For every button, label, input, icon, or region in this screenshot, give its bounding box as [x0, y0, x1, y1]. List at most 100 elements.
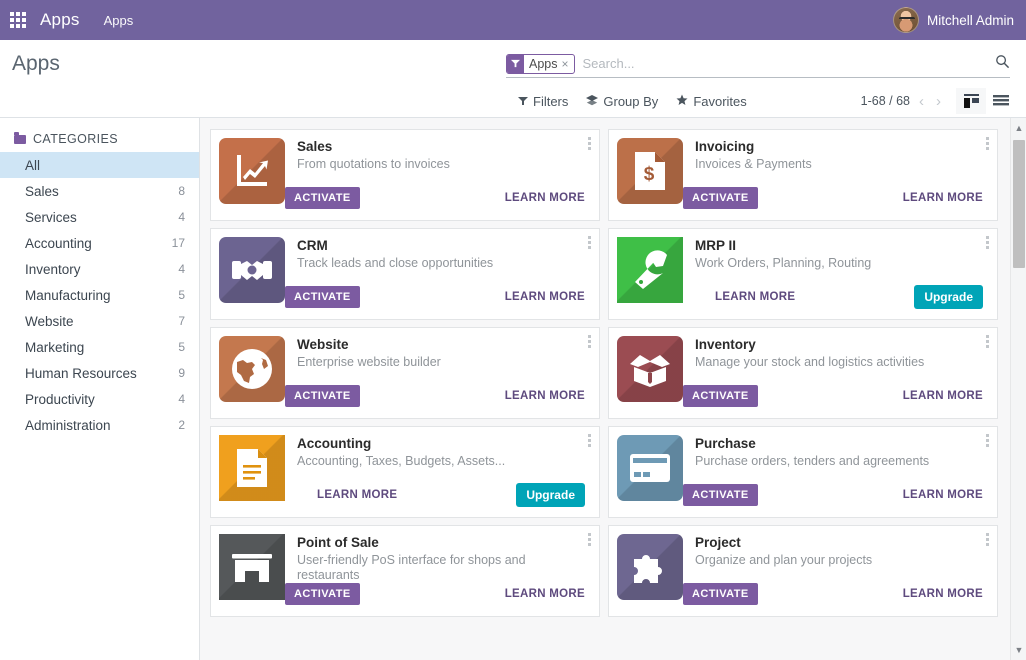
- learn-more-link[interactable]: LEARN MORE: [903, 588, 983, 600]
- activate-button[interactable]: ACTIVATE: [285, 286, 360, 308]
- kebab-menu-icon[interactable]: [586, 432, 593, 449]
- filter-icon: [518, 94, 528, 109]
- vertical-scrollbar[interactable]: ▲ ▼: [1010, 118, 1026, 660]
- learn-more-link[interactable]: LEARN MORE: [903, 489, 983, 501]
- app-description: Manage your stock and logistics activiti…: [695, 355, 925, 369]
- learn-more-link[interactable]: LEARN MORE: [903, 390, 983, 402]
- sidebar-item-administration[interactable]: Administration 2: [0, 412, 199, 438]
- sidebar-item-manufacturing[interactable]: Manufacturing 5: [0, 282, 199, 308]
- filters-dropdown[interactable]: Filters: [518, 94, 568, 109]
- purchase-card-icon: [617, 435, 683, 501]
- sidebar-item-human-resources[interactable]: Human Resources 9: [0, 360, 199, 386]
- kebab-menu-icon[interactable]: [586, 531, 593, 548]
- sidebar-item-all[interactable]: All: [0, 152, 199, 178]
- kebab-menu-icon[interactable]: [984, 531, 991, 548]
- kebab-menu-icon[interactable]: [984, 135, 991, 152]
- navbar-menu-apps[interactable]: Apps: [104, 13, 134, 28]
- list-view-icon[interactable]: [986, 88, 1016, 114]
- search-icon[interactable]: [989, 54, 1010, 73]
- app-card[interactable]: Purchase Purchase orders, tenders and agr…: [608, 426, 998, 518]
- app-card-body: Inventory Manage your stock and logistics…: [683, 336, 989, 410]
- activate-button[interactable]: ACTIVATE: [683, 187, 758, 209]
- search-input[interactable]: [574, 55, 989, 72]
- app-card[interactable]: $ Invoicing Invoices & Payments ACTIVATE LEA…: [608, 129, 998, 221]
- activate-button[interactable]: ACTIVATE: [285, 187, 360, 209]
- group-by-dropdown[interactable]: Group By: [586, 94, 658, 109]
- kebab-menu-icon[interactable]: [984, 432, 991, 449]
- control-panel-bottom: Filters Group By Favorites 1-68 / 68 ‹ ›: [0, 84, 1026, 118]
- sidebar-item-services[interactable]: Services 4: [0, 204, 199, 230]
- activate-button[interactable]: ACTIVATE: [285, 385, 360, 407]
- app-card[interactable]: Point of Sale User-friendly PoS interface…: [210, 525, 600, 617]
- sidebar-item-count: 4: [178, 392, 185, 406]
- learn-more-link[interactable]: LEARN MORE: [505, 588, 585, 600]
- scroll-up-icon[interactable]: ▲: [1011, 120, 1026, 136]
- search-facet-apps[interactable]: Apps ×: [506, 53, 575, 74]
- activate-button[interactable]: ACTIVATE: [683, 583, 758, 605]
- pager-previous-button[interactable]: ‹: [916, 93, 927, 110]
- favorites-dropdown[interactable]: Favorites: [676, 94, 747, 109]
- svg-text:$: $: [644, 164, 655, 185]
- scrollbar-thumb[interactable]: [1013, 140, 1025, 268]
- kebab-menu-icon[interactable]: [586, 135, 593, 152]
- learn-more-link[interactable]: LEARN MORE: [715, 291, 795, 303]
- apps-grid-icon[interactable]: [10, 12, 26, 28]
- scroll-down-icon[interactable]: ▼: [1011, 642, 1026, 658]
- sidebar-item-label: Productivity: [25, 391, 95, 407]
- learn-more-link[interactable]: LEARN MORE: [505, 390, 585, 402]
- close-icon[interactable]: ×: [562, 57, 574, 71]
- app-card[interactable]: Accounting Accounting, Taxes, Budgets, As…: [210, 426, 600, 518]
- kanban-view-icon[interactable]: [956, 88, 986, 114]
- kebab-menu-icon[interactable]: [984, 234, 991, 251]
- kebab-menu-icon[interactable]: [984, 333, 991, 350]
- upgrade-button[interactable]: Upgrade: [516, 483, 585, 507]
- navbar-brand[interactable]: Apps: [40, 10, 80, 30]
- activate-button[interactable]: ACTIVATE: [683, 385, 758, 407]
- search-facet-label: Apps: [529, 56, 558, 71]
- sidebar-item-count: 4: [178, 210, 185, 224]
- app-title: MRP II: [695, 238, 737, 253]
- learn-more-link[interactable]: LEARN MORE: [317, 489, 397, 501]
- app-card[interactable]: Inventory Manage your stock and logistics…: [608, 327, 998, 419]
- app-card[interactable]: MRP II Work Orders, Planning, Routing LEAR…: [608, 228, 998, 320]
- app-card-actions: ACTIVATE LEARN MORE: [683, 186, 983, 210]
- sidebar-header: CATEGORIES: [0, 131, 199, 152]
- filter-icon: [507, 54, 524, 73]
- activate-button[interactable]: ACTIVATE: [683, 484, 758, 506]
- avatar: [892, 7, 919, 33]
- app-description: Organize and plan your projects: [695, 553, 873, 567]
- main-area: CATEGORIES All Sales 8 Services 4 Accounting 1…: [0, 118, 1026, 660]
- activate-button[interactable]: ACTIVATE: [285, 583, 360, 605]
- sidebar-item-accounting[interactable]: Accounting 17: [0, 230, 199, 256]
- sidebar-item-marketing[interactable]: Marketing 5: [0, 334, 199, 360]
- app-description: From quotations to invoices: [297, 157, 450, 171]
- app-description: Invoices & Payments: [695, 157, 812, 171]
- pager-next-button[interactable]: ›: [933, 93, 944, 110]
- app-description: User-friendly PoS interface for shops an…: [297, 553, 526, 582]
- kebab-menu-icon[interactable]: [586, 333, 593, 350]
- learn-more-link[interactable]: LEARN MORE: [505, 192, 585, 204]
- app-card-body: MRP II Work Orders, Planning, Routing LEAR…: [683, 237, 989, 311]
- app-card[interactable]: Sales From quotations to invoices ACTIVATE…: [210, 129, 600, 221]
- sidebar-item-count: 5: [178, 340, 185, 354]
- app-description: Purchase orders, tenders and agreements: [695, 454, 930, 468]
- app-card[interactable]: Project Organize and plan your projects AC…: [608, 525, 998, 617]
- learn-more-link[interactable]: LEARN MORE: [505, 291, 585, 303]
- learn-more-link[interactable]: LEARN MORE: [903, 192, 983, 204]
- sidebar-item-label: Accounting: [25, 235, 92, 251]
- app-card-body: Invoicing Invoices & Payments ACTIVATE LEAR…: [683, 138, 989, 212]
- sidebar-item-inventory[interactable]: Inventory 4: [0, 256, 199, 282]
- app-card-body: Purchase Purchase orders, tenders and agr…: [683, 435, 989, 509]
- sidebar-item-sales[interactable]: Sales 8: [0, 178, 199, 204]
- sidebar-item-count: 2: [178, 418, 185, 432]
- app-card-body: Project Organize and plan your projects AC…: [683, 534, 989, 608]
- user-menu[interactable]: Mitchell Admin: [892, 7, 1014, 33]
- app-card[interactable]: Website Enterprise website builder ACTIVAT…: [210, 327, 600, 419]
- app-card[interactable]: CRM Track leads and close opportunities AC…: [210, 228, 600, 320]
- app-title: Purchase: [695, 436, 756, 451]
- sidebar-item-productivity[interactable]: Productivity 4: [0, 386, 199, 412]
- upgrade-button[interactable]: Upgrade: [914, 285, 983, 309]
- kebab-menu-icon[interactable]: [586, 234, 593, 251]
- sidebar-item-website[interactable]: Website 7: [0, 308, 199, 334]
- sidebar-item-label: Inventory: [25, 261, 81, 277]
